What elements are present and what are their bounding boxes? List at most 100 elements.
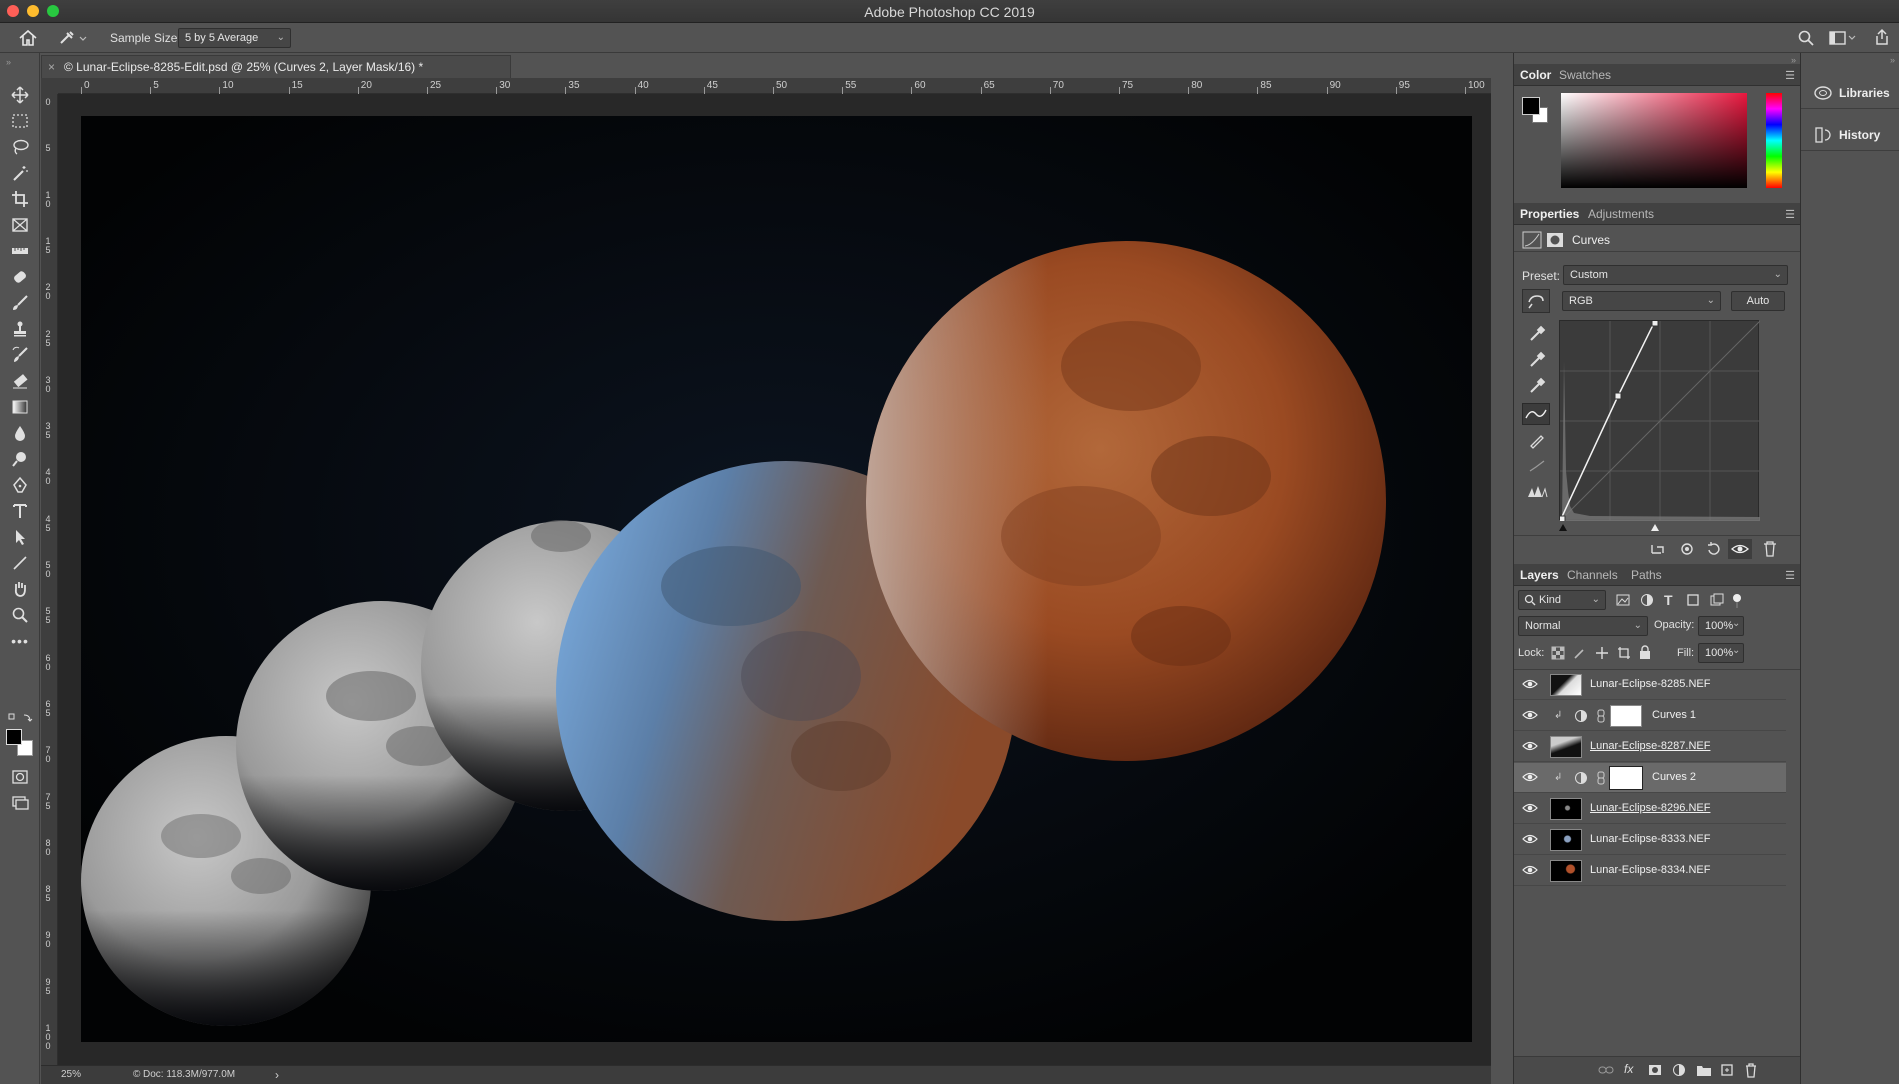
reset-adjustment-icon[interactable] <box>1705 541 1723 557</box>
type-tool-icon[interactable] <box>9 500 31 522</box>
new-layer-icon[interactable] <box>1720 1063 1734 1077</box>
screen-mode-icon[interactable] <box>9 792 31 814</box>
share-icon[interactable] <box>1873 28 1891 46</box>
link-icon[interactable] <box>1596 709 1606 723</box>
status-menu-arrow[interactable]: › <box>275 1068 279 1082</box>
clip-to-layer-icon[interactable] <box>1649 541 1667 557</box>
swap-colors-icon[interactable] <box>8 713 34 723</box>
filter-smart-objects-icon[interactable] <box>1710 593 1724 607</box>
brush-tool-icon[interactable] <box>9 292 31 314</box>
filter-type-layers-icon[interactable]: T <box>1664 592 1673 608</box>
eye-icon[interactable] <box>1522 678 1538 690</box>
chevron-down-icon[interactable]: ⌄ <box>1732 618 1740 629</box>
marquee-tool-icon[interactable] <box>9 110 31 132</box>
link-layers-icon[interactable] <box>1598 1064 1614 1076</box>
lock-position-icon[interactable] <box>1595 646 1609 660</box>
libraries-button[interactable]: Libraries <box>1801 77 1899 109</box>
layer-mask-thumbnail[interactable] <box>1610 705 1642 727</box>
add-mask-icon[interactable] <box>1648 1063 1662 1077</box>
new-adjustment-layer-icon[interactable] <box>1672 1063 1686 1077</box>
tab-paths[interactable]: Paths <box>1631 568 1662 582</box>
more-tools-icon[interactable]: ••• <box>9 630 31 652</box>
eye-icon[interactable] <box>1522 771 1538 783</box>
smooth-curve-icon[interactable] <box>1528 457 1546 475</box>
layer-row-selected[interactable]: ↲ Curves 2 <box>1514 763 1786 793</box>
collapse-dock-icon[interactable]: » <box>1890 55 1895 65</box>
line-tool-icon[interactable] <box>9 552 31 574</box>
tab-color[interactable]: Color <box>1520 68 1551 82</box>
color-swatches[interactable] <box>6 729 34 757</box>
black-point-eyedropper-icon[interactable] <box>1528 325 1546 343</box>
layer-mask-thumbnail[interactable] <box>1609 766 1643 790</box>
new-group-icon[interactable] <box>1696 1063 1712 1077</box>
eye-icon[interactable] <box>1522 833 1538 845</box>
close-document-icon[interactable]: × <box>48 60 55 74</box>
targeted-adjustment-tool-icon[interactable] <box>1522 289 1550 313</box>
crop-tool-icon[interactable] <box>9 188 31 210</box>
view-previous-state-icon[interactable] <box>1677 541 1697 557</box>
layer-row[interactable]: Lunar-Eclipse-8296.NEF <box>1514 794 1786 824</box>
ruler-origin[interactable] <box>41 78 58 94</box>
lock-image-pixels-icon[interactable] <box>1573 646 1587 660</box>
white-point-eyedropper-icon[interactable] <box>1528 377 1546 395</box>
magic-wand-tool-icon[interactable] <box>9 162 31 184</box>
layer-style-icon[interactable]: fx <box>1624 1062 1633 1076</box>
history-brush-tool-icon[interactable] <box>9 344 31 366</box>
hue-slider[interactable] <box>1766 93 1782 188</box>
vertical-ruler[interactable]: 0 5 1 0 1 5 2 0 2 5 3 0 3 5 4 0 4 5 5 0 5 5 6 0 6 5 7 … <box>41 94 58 1065</box>
healing-brush-tool-icon[interactable] <box>9 266 31 288</box>
zoom-level[interactable]: 25% <box>61 1069 81 1080</box>
auto-button[interactable]: Auto <box>1731 291 1785 311</box>
foreground-color-swatch[interactable] <box>6 729 22 745</box>
document-image[interactable] <box>81 116 1472 1042</box>
link-icon[interactable] <box>1596 771 1606 785</box>
tab-layers[interactable]: Layers <box>1520 568 1559 582</box>
delete-layer-icon[interactable] <box>1744 1062 1758 1078</box>
channel-dropdown[interactable]: RGB ⌄ <box>1562 291 1721 311</box>
hand-tool-icon[interactable] <box>9 578 31 600</box>
workspace-icon[interactable] <box>1828 29 1858 47</box>
pencil-curve-icon[interactable] <box>1528 431 1546 449</box>
input-sliders[interactable] <box>1559 523 1759 531</box>
layer-row[interactable]: Lunar-Eclipse-8287.NEF <box>1514 732 1786 762</box>
filter-pixel-layers-icon[interactable] <box>1616 593 1630 607</box>
home-icon[interactable] <box>18 29 38 47</box>
dodge-tool-icon[interactable] <box>9 448 31 470</box>
filter-toggle-icon[interactable] <box>1732 593 1742 609</box>
blur-tool-icon[interactable] <box>9 422 31 444</box>
tab-adjustments[interactable]: Adjustments <box>1588 207 1654 221</box>
tab-properties[interactable]: Properties <box>1520 207 1579 221</box>
search-icon[interactable] <box>1797 29 1815 47</box>
gradient-tool-icon[interactable] <box>9 396 31 418</box>
frame-tool-icon[interactable] <box>9 214 31 236</box>
color-field[interactable] <box>1561 93 1747 188</box>
panel-menu-icon[interactable]: ☰ <box>1785 569 1795 582</box>
curve-point-tool-icon[interactable] <box>1522 403 1550 425</box>
gray-point-eyedropper-icon[interactable] <box>1528 351 1546 369</box>
delete-adjustment-icon[interactable] <box>1762 540 1778 558</box>
layer-row[interactable]: Lunar-Eclipse-8334.NEF <box>1514 856 1786 886</box>
chevron-down-icon[interactable]: ⌄ <box>1732 645 1740 656</box>
pen-tool-icon[interactable] <box>9 474 31 496</box>
tab-channels[interactable]: Channels <box>1567 568 1618 582</box>
layer-filter-dropdown[interactable]: Kind ⌄ <box>1518 590 1606 610</box>
eye-icon[interactable] <box>1522 740 1538 752</box>
eye-icon[interactable] <box>1522 802 1538 814</box>
preset-dropdown[interactable]: Custom ⌄ <box>1563 265 1788 285</box>
layer-mask-icon[interactable] <box>1546 231 1564 249</box>
lock-transparent-pixels-icon[interactable] <box>1551 646 1565 660</box>
lock-artboard-icon[interactable] <box>1617 646 1631 660</box>
color-panel-swatches[interactable] <box>1522 97 1552 127</box>
ruler-tool-icon[interactable] <box>9 240 31 262</box>
move-tool-icon[interactable] <box>9 84 31 106</box>
eraser-tool-icon[interactable] <box>9 370 31 392</box>
collapse-toolbar-icon[interactable]: » <box>6 57 11 67</box>
filter-adjustment-layers-icon[interactable] <box>1640 593 1654 607</box>
foreground-color-chip[interactable] <box>1522 97 1540 115</box>
lasso-tool-icon[interactable] <box>9 136 31 158</box>
lock-all-icon[interactable] <box>1639 645 1651 660</box>
filter-shape-layers-icon[interactable] <box>1686 593 1700 607</box>
curves-adjustment-icon[interactable] <box>1522 231 1542 249</box>
panel-menu-icon[interactable]: ☰ <box>1785 208 1795 221</box>
layer-row[interactable]: Lunar-Eclipse-8333.NEF <box>1514 825 1786 855</box>
